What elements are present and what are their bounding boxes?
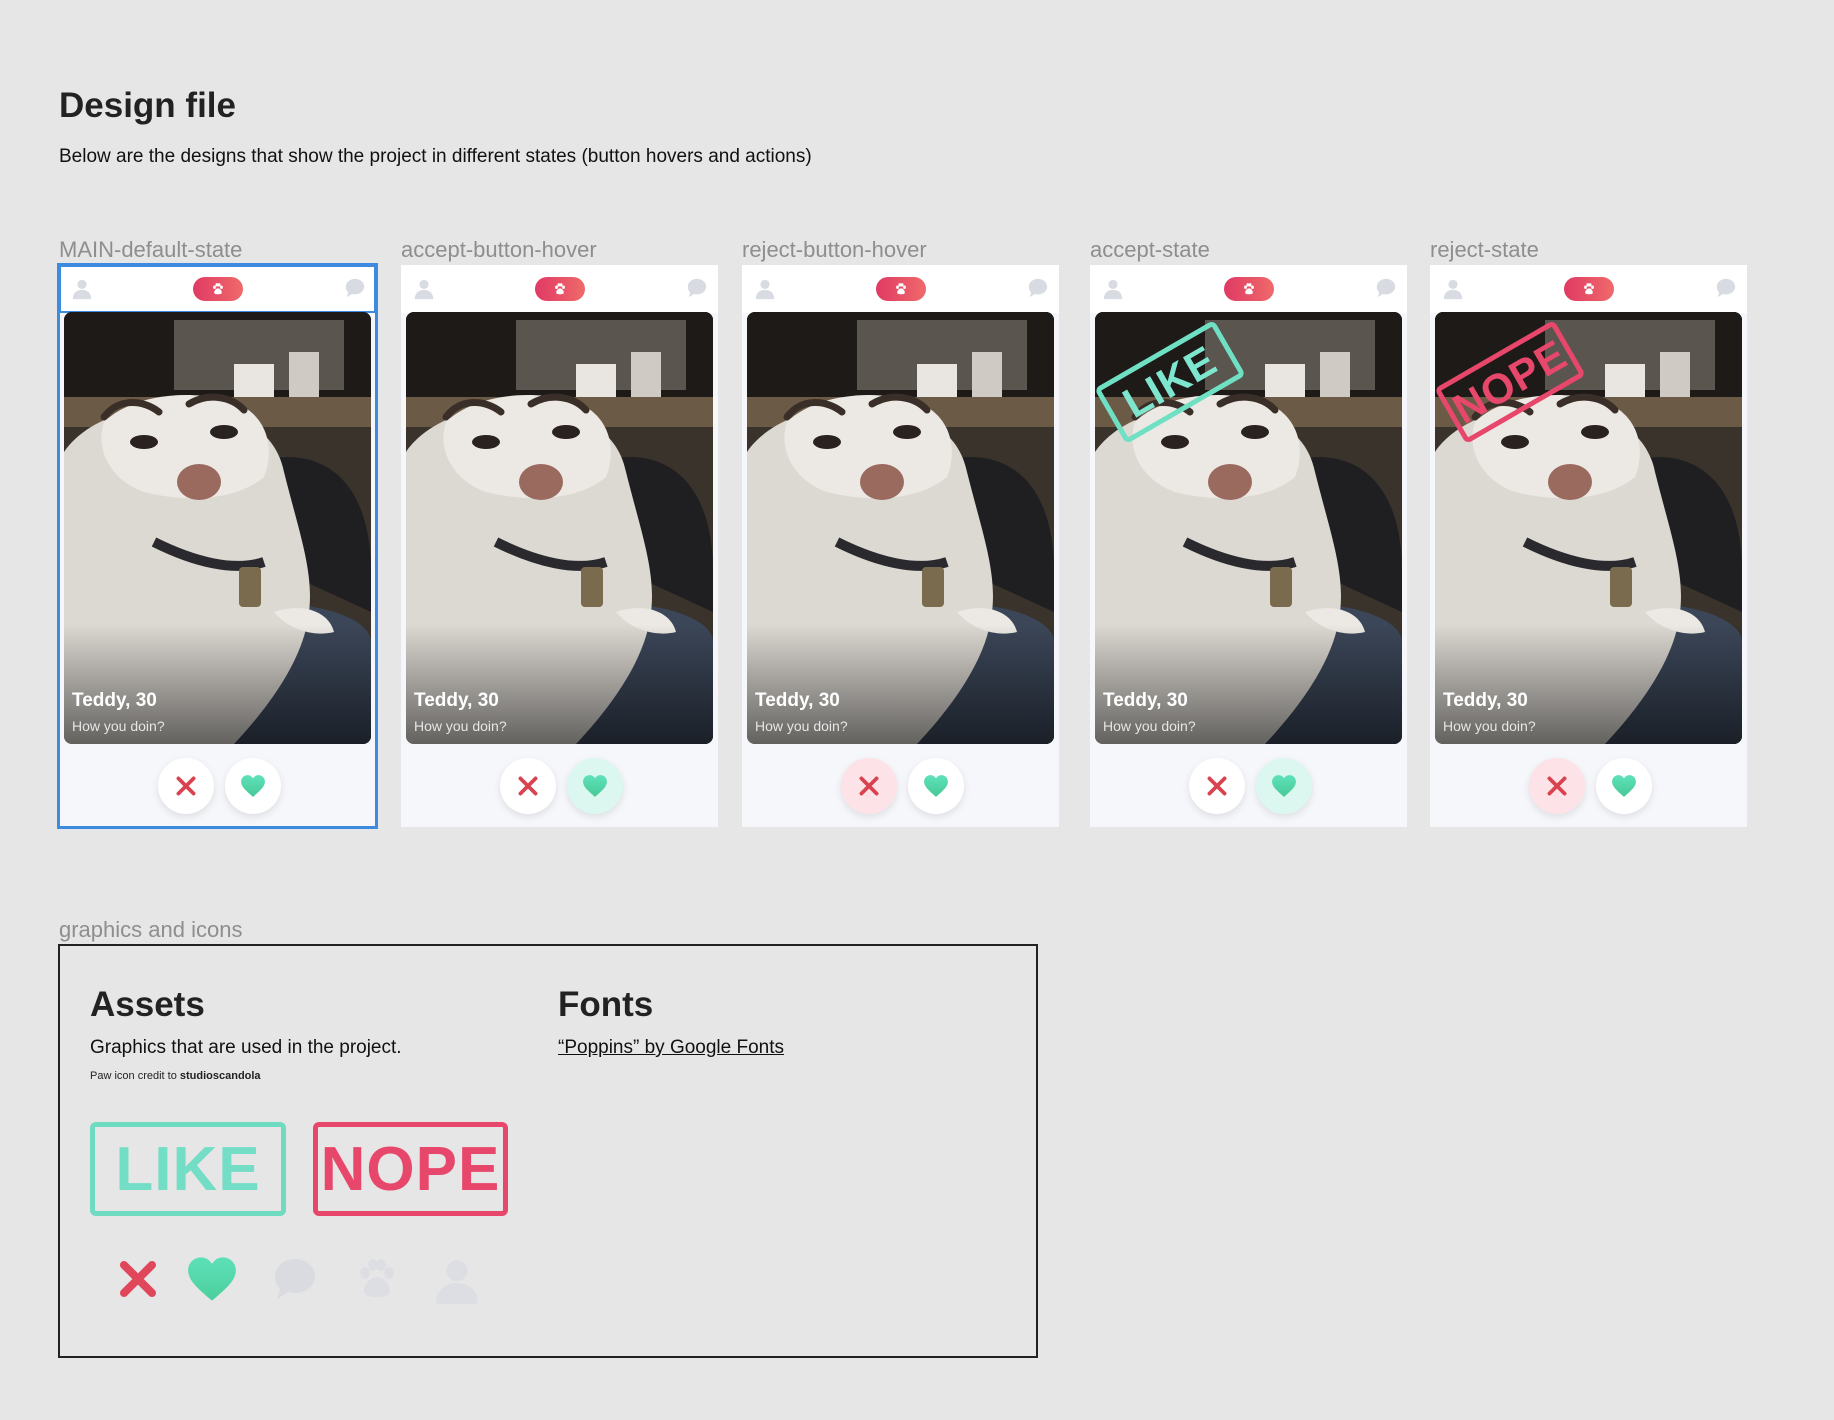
x-icon xyxy=(518,776,538,796)
paw-icon xyxy=(360,1259,394,1297)
profile-name: Teddy, 30 xyxy=(1103,690,1188,711)
app-header xyxy=(59,265,376,313)
accept-button[interactable] xyxy=(908,758,964,814)
reject-button[interactable] xyxy=(1529,758,1585,814)
page-title: Design file xyxy=(59,86,236,125)
accept-button[interactable] xyxy=(1256,758,1312,814)
paw-icon xyxy=(555,283,565,295)
paw-icon xyxy=(1244,283,1254,295)
logo-pill[interactable] xyxy=(1564,277,1614,301)
accept-button[interactable] xyxy=(1596,758,1652,814)
reject-button[interactable] xyxy=(158,758,214,814)
logo-pill[interactable] xyxy=(193,277,243,301)
logo-pill[interactable] xyxy=(876,277,926,301)
profile-name: Teddy, 30 xyxy=(1443,690,1528,711)
reject-button[interactable] xyxy=(841,758,897,814)
reject-button[interactable] xyxy=(1189,758,1245,814)
app-header xyxy=(742,265,1059,313)
user-icon[interactable] xyxy=(1442,277,1464,301)
chat-icon[interactable] xyxy=(1027,277,1049,299)
profile-card[interactable]: NOPE Teddy, 30 How you doin? xyxy=(1435,312,1742,744)
paw-icon xyxy=(896,283,906,295)
profile-card[interactable]: Teddy, 30 How you doin? xyxy=(406,312,713,744)
accept-button[interactable] xyxy=(567,758,623,814)
user-icon xyxy=(436,1260,478,1304)
credit-author: studioscandola xyxy=(179,1070,261,1082)
logo-pill[interactable] xyxy=(1224,277,1274,301)
user-icon[interactable] xyxy=(71,277,93,301)
frame-label: accept-button-hover xyxy=(401,237,597,262)
x-icon xyxy=(1547,776,1567,796)
profile-name: Teddy, 30 xyxy=(414,690,499,711)
assets-title: Assets xyxy=(90,985,205,1024)
paw-icon xyxy=(213,283,223,295)
paw-credit: Paw icon credit to studioscandola xyxy=(90,1070,261,1082)
heart-icon xyxy=(583,775,607,797)
design-frame-reject-state[interactable]: NOPE Teddy, 30 How you doin? xyxy=(1430,265,1747,827)
user-icon[interactable] xyxy=(754,277,776,301)
profile-bio: How you doin? xyxy=(1443,718,1536,734)
user-icon[interactable] xyxy=(1102,277,1124,301)
heart-icon xyxy=(241,775,265,797)
chat-icon[interactable] xyxy=(344,277,366,299)
app-header xyxy=(401,265,718,313)
reject-button[interactable] xyxy=(500,758,556,814)
profile-bio: How you doin? xyxy=(414,718,507,734)
design-frame-reject-button-hover[interactable]: Teddy, 30 How you doin? xyxy=(742,265,1059,827)
assets-description: Graphics that are used in the project. xyxy=(90,1037,402,1058)
credit-prefix: Paw icon credit to xyxy=(90,1070,180,1082)
x-icon xyxy=(1207,776,1227,796)
like-stamp-asset: LIKE xyxy=(90,1122,286,1216)
x-icon xyxy=(859,776,879,796)
design-frame-MAIN-default-state[interactable]: Teddy, 30 How you doin? xyxy=(57,263,378,829)
profile-name: Teddy, 30 xyxy=(755,690,840,711)
user-icon[interactable] xyxy=(413,277,435,301)
page-subtitle: Below are the designs that show the proj… xyxy=(59,146,812,167)
design-frame-accept-button-hover[interactable]: Teddy, 30 How you doin? xyxy=(401,265,718,827)
chat-icon xyxy=(275,1259,315,1299)
app-header xyxy=(1430,265,1747,313)
chat-icon[interactable] xyxy=(1375,277,1397,299)
app-header xyxy=(1090,265,1407,313)
profile-bio: How you doin? xyxy=(755,718,848,734)
profile-card[interactable]: Teddy, 30 How you doin? xyxy=(747,312,1054,744)
logo-pill[interactable] xyxy=(535,277,585,301)
heart-icon xyxy=(188,1257,236,1301)
x-icon xyxy=(176,776,196,796)
design-frame-accept-state[interactable]: LIKE Teddy, 30 How you doin? xyxy=(1090,265,1407,827)
heart-icon xyxy=(1272,775,1296,797)
nope-stamp-asset: NOPE xyxy=(313,1122,508,1216)
profile-card[interactable]: Teddy, 30 How you doin? xyxy=(64,312,371,744)
fonts-title: Fonts xyxy=(558,985,654,1024)
heart-icon xyxy=(924,775,948,797)
frame-label: reject-state xyxy=(1430,237,1539,262)
chat-icon[interactable] xyxy=(686,277,708,299)
profile-bio: How you doin? xyxy=(1103,718,1196,734)
assets-section-label: graphics and icons xyxy=(59,917,243,942)
paw-icon xyxy=(1584,283,1594,295)
frame-label: accept-state xyxy=(1090,237,1210,262)
x-icon xyxy=(120,1261,156,1297)
heart-icon xyxy=(1612,775,1636,797)
chat-icon[interactable] xyxy=(1715,277,1737,299)
profile-name: Teddy, 30 xyxy=(72,690,157,711)
profile-card[interactable]: LIKE Teddy, 30 How you doin? xyxy=(1095,312,1402,744)
accept-button[interactable] xyxy=(225,758,281,814)
poppins-font-link[interactable]: “Poppins” by Google Fonts xyxy=(558,1037,784,1059)
frame-label: reject-button-hover xyxy=(742,237,927,262)
profile-bio: How you doin? xyxy=(72,718,165,734)
frame-label: MAIN-default-state xyxy=(59,237,243,262)
